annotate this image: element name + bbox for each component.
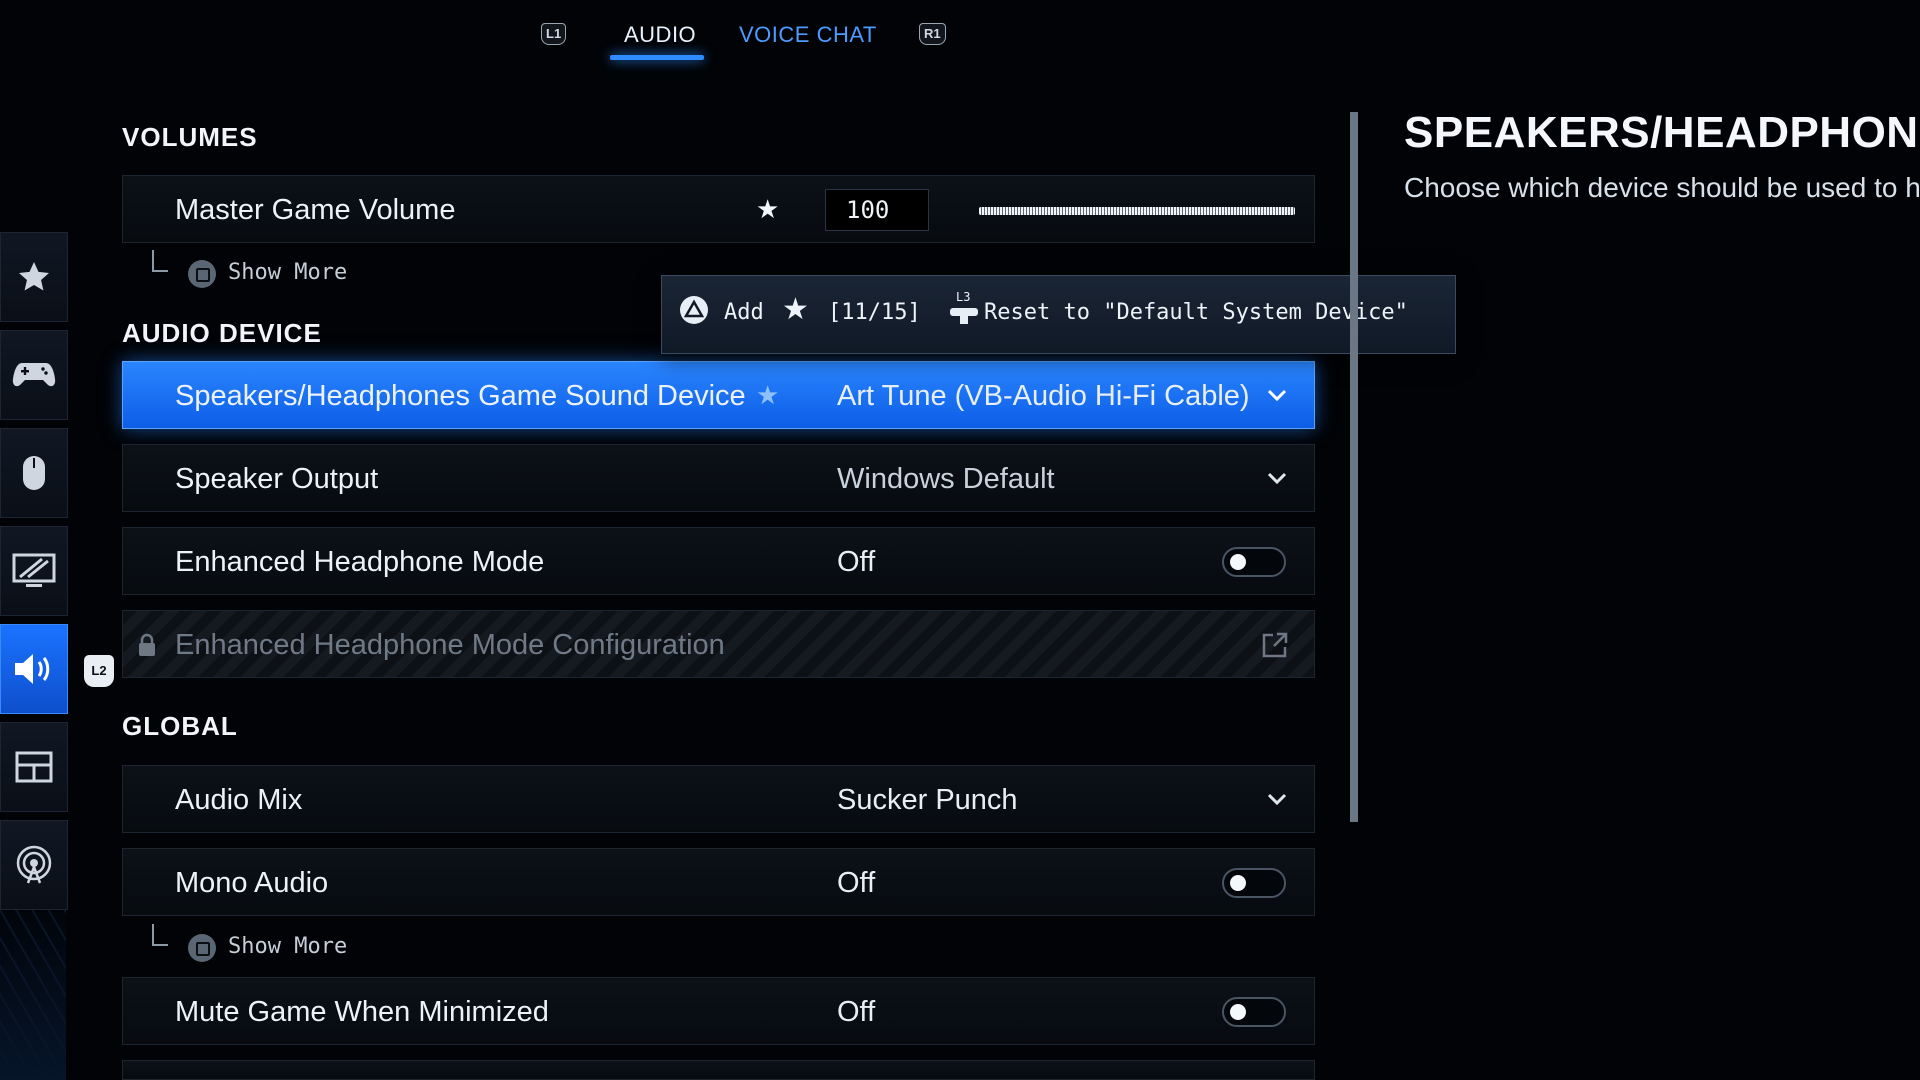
section-title-volumes: VOLUMES (122, 122, 258, 152)
tab-audio[interactable]: AUDIO (624, 22, 696, 48)
toggle-knob (1230, 1004, 1246, 1020)
sidenav-network[interactable] (0, 820, 68, 910)
row-value: Off (837, 546, 876, 578)
details-title: SPEAKERS/HEADPHONES (1404, 108, 1920, 157)
sidenav-audio[interactable] (0, 624, 68, 714)
row-mono-audio[interactable]: Mono Audio Off (122, 848, 1315, 916)
row-enhanced-headphone-mode-config: Enhanced Headphone Mode Configuration (122, 610, 1315, 678)
row-label: Mute Game When Minimized (175, 996, 549, 1028)
favorites-count: [11/15] (828, 300, 921, 325)
row-value: Windows Default (837, 463, 1055, 495)
section-title-audio-device: AUDIO DEVICE (122, 318, 322, 348)
show-more-label: Show More (228, 934, 348, 959)
chevron-down-icon[interactable] (1266, 788, 1288, 810)
favorite-star-icon[interactable]: ★ (756, 196, 779, 222)
sidenav-controller[interactable] (0, 330, 68, 420)
top-tab-bar: L1 AUDIO VOICE CHAT R1 (0, 0, 1280, 64)
row-label: Enhanced Headphone Mode Configuration (175, 629, 725, 661)
external-link-icon (1262, 632, 1288, 658)
sidenav-mouse[interactable] (0, 428, 68, 518)
toggle-switch[interactable] (1222, 997, 1286, 1027)
row-speaker-output[interactable]: Speaker Output Windows Default (122, 444, 1315, 512)
sidenav-interface[interactable] (0, 722, 68, 812)
tooltip-add-label: Add (724, 300, 764, 325)
action-tooltip: Add ★ [11/15] L3 Reset to "Default Syste… (661, 275, 1456, 354)
chevron-down-icon[interactable] (1266, 384, 1288, 406)
favorite-star-icon[interactable]: ★ (756, 382, 779, 408)
active-tab-indicator (610, 55, 704, 60)
network-icon (16, 845, 52, 884)
lock-icon (139, 633, 155, 656)
layout-icon (15, 751, 53, 783)
sidenav-background-pattern (0, 910, 66, 1080)
l1-button-icon[interactable]: L1 (541, 23, 567, 45)
row-audio-mix[interactable]: Audio Mix Sucker Punch (122, 765, 1315, 833)
square-button-icon (188, 260, 216, 288)
l2-button-icon: L2 (84, 655, 114, 687)
show-more-label: Show More (228, 260, 348, 285)
volume-value-input[interactable]: 100 (825, 189, 929, 231)
chevron-down-icon[interactable] (1266, 467, 1288, 489)
row-enhanced-headphone-mode[interactable]: Enhanced Headphone Mode Off (122, 527, 1315, 595)
controller-icon (12, 363, 56, 387)
row-partial-offscreen[interactable] (122, 1060, 1315, 1080)
row-label: Audio Mix (175, 784, 303, 816)
row-value: Off (837, 996, 876, 1028)
row-value: Off (837, 867, 876, 899)
row-mute-game-when-minimized[interactable]: Mute Game When Minimized Off (122, 977, 1315, 1045)
row-value: Art Tune (VB-Audio Hi-Fi Cable) (837, 380, 1250, 412)
volume-slider[interactable] (979, 207, 1295, 215)
tree-elbow (152, 250, 168, 272)
sidenav-display[interactable] (0, 526, 68, 616)
l3-label: L3 (956, 290, 971, 304)
display-icon (12, 553, 56, 587)
mouse-icon (23, 456, 45, 490)
row-game-sound-device[interactable]: Speakers/Headphones Game Sound Device ★ … (122, 361, 1315, 429)
row-label: Speaker Output (175, 463, 379, 495)
toggle-switch[interactable] (1222, 547, 1286, 577)
toggle-switch[interactable] (1222, 868, 1286, 898)
row-value: Sucker Punch (837, 784, 1018, 816)
tree-elbow (152, 924, 168, 946)
r1-button-icon[interactable]: R1 (919, 23, 946, 45)
details-description: Choose which device should be used to he… (1404, 172, 1920, 203)
toggle-knob (1230, 554, 1246, 570)
toggle-knob (1230, 875, 1246, 891)
square-button-icon (188, 934, 216, 962)
row-master-game-volume[interactable]: Master Game Volume ★ 100 (122, 175, 1315, 243)
triangle-button-icon (680, 296, 708, 324)
panel-scrollbar[interactable] (1350, 112, 1358, 822)
speaker-icon (15, 654, 50, 684)
row-label: Enhanced Headphone Mode (175, 546, 545, 578)
section-title-global: GLOBAL (122, 711, 238, 741)
reset-text: Reset to "Default System Device" (984, 300, 1408, 325)
row-label: Master Game Volume (175, 194, 456, 226)
row-label: Mono Audio (175, 867, 329, 899)
row-label: Speakers/Headphones Game Sound Device (175, 380, 746, 412)
l3-stick-icon: L3 (948, 290, 982, 330)
tab-voice-chat[interactable]: VOICE CHAT (739, 22, 877, 48)
sidenav-favorites[interactable] (0, 232, 68, 322)
star-icon (19, 262, 49, 291)
star-icon: ★ (782, 293, 809, 326)
